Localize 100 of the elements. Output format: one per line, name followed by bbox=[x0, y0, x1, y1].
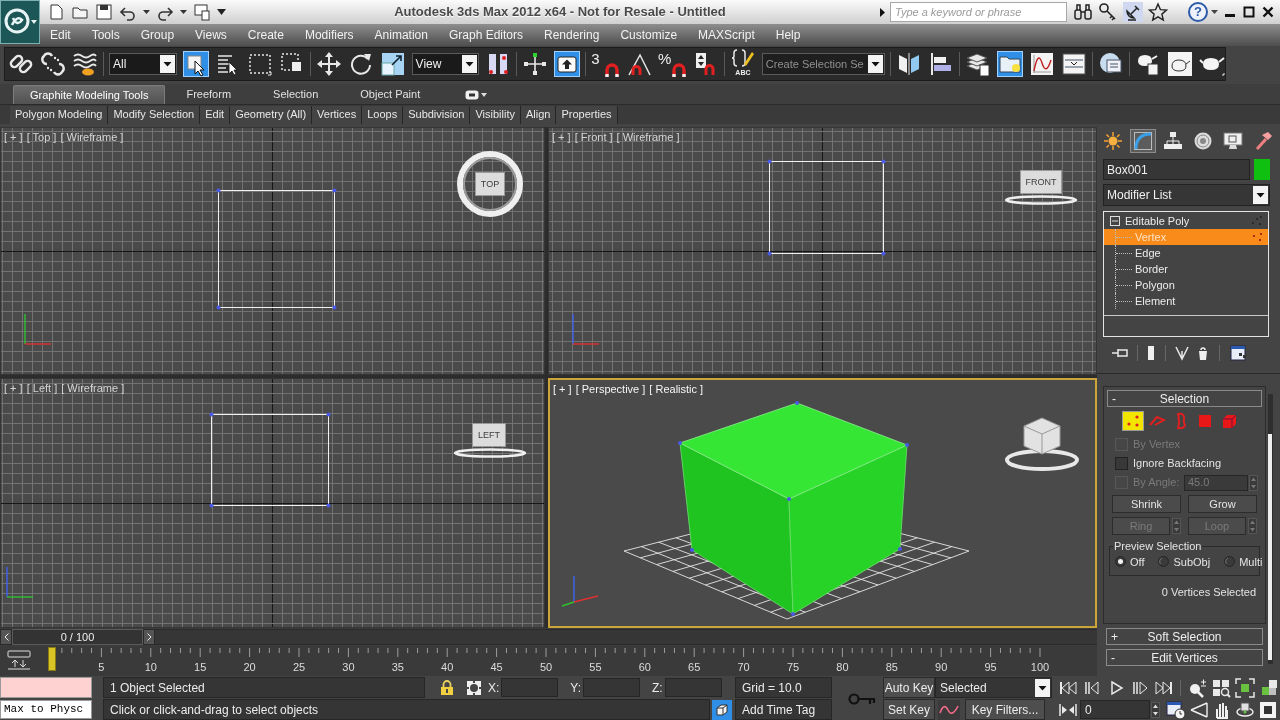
frame-marker[interactable] bbox=[48, 647, 56, 671]
frame-field[interactable]: 0 bbox=[1080, 700, 1150, 719]
up-arrow-box-icon[interactable] bbox=[554, 51, 581, 77]
time-config-icon[interactable] bbox=[1166, 699, 1186, 720]
folder-bulb-icon[interactable] bbox=[997, 51, 1024, 77]
configure-icon[interactable] bbox=[1230, 345, 1248, 361]
color-swatch-icon[interactable] bbox=[1254, 159, 1270, 180]
minus-box-icon[interactable] bbox=[1110, 216, 1120, 226]
viewport[interactable]: TOP [ + ] [ Top ] [ Wireframe ] bbox=[0, 127, 545, 375]
viewport-label[interactable]: [ + ] bbox=[4, 380, 23, 397]
angle-magnet-icon[interactable] bbox=[626, 51, 652, 77]
set-key-button[interactable]: Set Key bbox=[883, 699, 935, 720]
project-folder-icon[interactable] bbox=[193, 3, 211, 21]
search-field[interactable]: Type a keyword or phrase bbox=[890, 2, 1067, 22]
script-input-field[interactable] bbox=[0, 677, 92, 698]
caret-icon[interactable] bbox=[143, 10, 150, 14]
viewport[interactable]: LEFT [ + ] [ Left ] [ Wireframe ] bbox=[0, 378, 545, 628]
radio-button[interactable] bbox=[1158, 556, 1170, 568]
ribbon-tab[interactable]: Object Paint bbox=[339, 85, 442, 104]
rollout-toggle[interactable]: + bbox=[1107, 629, 1123, 644]
menu-item[interactable]: MAXScript bbox=[690, 26, 763, 44]
ribbon-tab[interactable]: Selection bbox=[252, 85, 340, 104]
scrollbar-track[interactable] bbox=[1268, 394, 1273, 664]
time-slider-thumb[interactable]: 0 / 100 bbox=[12, 629, 143, 645]
ribbon-tab[interactable]: Graphite Modeling Tools bbox=[13, 85, 166, 104]
caret-icon[interactable] bbox=[1211, 10, 1218, 14]
wave-icon[interactable] bbox=[72, 51, 98, 77]
satellite-icon[interactable] bbox=[1123, 2, 1143, 22]
menu-item[interactable]: Help bbox=[767, 26, 809, 44]
menu-item[interactable]: Create bbox=[239, 26, 292, 44]
ribbon-panel-tab[interactable]: Subdivision bbox=[403, 105, 471, 124]
scrollbar-thumb[interactable] bbox=[1268, 434, 1272, 660]
new-file-icon[interactable] bbox=[47, 3, 65, 21]
script-output-field[interactable]: Max to Physc bbox=[0, 700, 92, 719]
checkbox[interactable] bbox=[1115, 457, 1128, 470]
cubes-icon[interactable] bbox=[1259, 677, 1279, 698]
next-button[interactable] bbox=[143, 629, 155, 645]
caret-icon[interactable] bbox=[1253, 186, 1268, 204]
zoom-extents-icon[interactable] bbox=[1235, 677, 1255, 698]
viewcube-face[interactable]: LEFT bbox=[472, 423, 506, 447]
stack-item[interactable]: Editable Poly bbox=[1104, 213, 1268, 229]
close-icon[interactable] bbox=[1262, 6, 1274, 18]
caret-icon[interactable] bbox=[462, 55, 478, 73]
percent-snap-button[interactable]: % bbox=[658, 51, 687, 77]
viewport-label[interactable]: [ Left ] bbox=[26, 380, 58, 397]
viewport-label[interactable]: [ Top ] bbox=[26, 129, 57, 146]
fork-icon[interactable] bbox=[1174, 345, 1190, 361]
window-arrows-icon[interactable] bbox=[7, 650, 31, 670]
crosshair-icon[interactable] bbox=[522, 51, 549, 77]
vertex-dots-icon[interactable] bbox=[1122, 411, 1144, 431]
ribbon-panel-tab[interactable]: Vertices bbox=[312, 105, 363, 124]
coordinate-field[interactable] bbox=[664, 678, 722, 697]
previous-button[interactable] bbox=[0, 629, 12, 645]
key-icon[interactable] bbox=[1098, 2, 1118, 22]
rollout-title[interactable]: Edit Vertices bbox=[1151, 650, 1218, 665]
compass-ring-icon[interactable] bbox=[456, 150, 524, 218]
viewport[interactable]: [ + ] [ Perspective ] [ Realistic ] bbox=[548, 378, 1097, 628]
broken-chain-icon[interactable] bbox=[40, 51, 66, 77]
zoom-icon[interactable] bbox=[1187, 677, 1207, 698]
move-arrows-icon[interactable] bbox=[315, 51, 342, 77]
stack-item[interactable]: Edge bbox=[1104, 245, 1268, 261]
caret-icon[interactable] bbox=[180, 10, 187, 14]
maximize-icon[interactable] bbox=[1243, 6, 1255, 18]
dropdown[interactable]: View bbox=[411, 53, 480, 75]
menu-item[interactable]: Tools bbox=[83, 26, 128, 44]
rollout-toggle[interactable]: - bbox=[1108, 391, 1124, 406]
cube-icon[interactable] bbox=[712, 699, 732, 720]
ribbon-panel-tab[interactable]: Geometry (All) bbox=[230, 105, 313, 124]
compass-ring-icon[interactable] bbox=[1004, 195, 1078, 205]
viewport-label[interactable]: [ Realistic ] bbox=[649, 381, 704, 398]
lock-icon[interactable] bbox=[440, 679, 454, 696]
ribbon-panel-tab[interactable]: Edit bbox=[200, 105, 231, 124]
scale-icon[interactable] bbox=[379, 51, 406, 77]
caret-icon[interactable] bbox=[1035, 678, 1050, 697]
key-filters-button[interactable]: Key Filters... bbox=[965, 699, 1045, 720]
viewcube-face[interactable]: FRONT bbox=[1020, 170, 1062, 194]
menu-item[interactable]: Group bbox=[132, 26, 183, 44]
viewport-label[interactable]: [ Wireframe ] bbox=[60, 129, 124, 146]
save-icon[interactable] bbox=[95, 3, 113, 21]
radio-button[interactable] bbox=[1224, 556, 1236, 568]
orbit-icon[interactable] bbox=[1235, 699, 1255, 720]
curve-graph-icon[interactable] bbox=[1029, 51, 1056, 77]
stack-item[interactable]: Element bbox=[1104, 293, 1268, 309]
rollout-title[interactable]: Soft Selection bbox=[1147, 629, 1222, 644]
app-logo-icon[interactable] bbox=[0, 0, 40, 44]
select-cursor-icon[interactable] bbox=[182, 51, 209, 77]
stack-item[interactable]: Border bbox=[1104, 261, 1268, 277]
stack-item[interactable]: Polygon bbox=[1104, 277, 1268, 293]
help-button[interactable]: ? bbox=[1188, 2, 1208, 22]
key-mode-dropdown[interactable]: Selected bbox=[935, 677, 1052, 698]
ribbon-panel-tab[interactable]: Loops bbox=[362, 105, 404, 124]
menu-item[interactable]: Animation bbox=[366, 26, 436, 44]
tool-button[interactable]: Shrink bbox=[1112, 495, 1181, 513]
ribbon-panel-tab[interactable]: Properties bbox=[556, 105, 618, 124]
viewcube-face[interactable]: TOP bbox=[475, 172, 505, 196]
modifier-list-dropdown[interactable]: Modifier List bbox=[1103, 184, 1270, 206]
absolute-mode-icon[interactable] bbox=[466, 679, 482, 696]
ribbon-panel-tab[interactable]: Align bbox=[520, 105, 557, 124]
selection-set-field[interactable]: Create Selection Se bbox=[765, 55, 868, 73]
caret-icon[interactable] bbox=[159, 55, 175, 73]
